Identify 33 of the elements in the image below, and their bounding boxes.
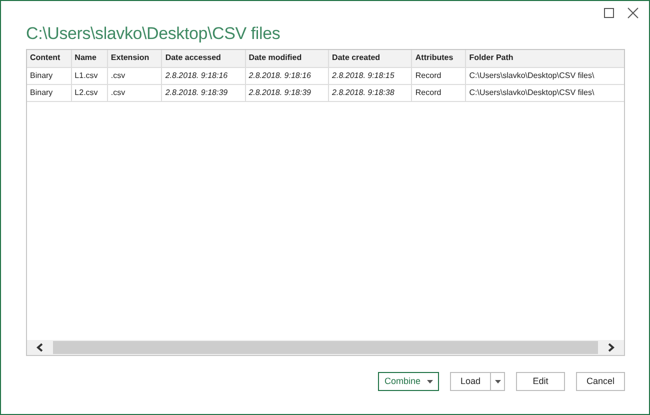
table-cell: Record	[412, 67, 466, 84]
table-cell: 2.8.2018. 9:18:16	[245, 67, 329, 84]
column-header[interactable]: Name	[71, 50, 108, 67]
table-cell: L2.csv	[71, 84, 108, 101]
dialog-button[interactable]: Cancel	[576, 372, 625, 391]
table-cell: 2.8.2018. 9:18:39	[162, 84, 246, 101]
table-cell: .csv	[107, 67, 162, 84]
column-header[interactable]: Attributes	[412, 50, 466, 67]
column-header[interactable]: Date accessed	[162, 50, 246, 67]
table-cell: 2.8.2018. 9:18:15	[328, 67, 412, 84]
column-header[interactable]: Extension	[107, 50, 162, 67]
caret-icon	[426, 380, 433, 384]
table-cell: Binary	[27, 67, 72, 84]
table-cell: Binary	[27, 84, 72, 101]
table-cell: .csv	[107, 84, 162, 101]
column-header[interactable]: Content	[27, 50, 72, 67]
dialog-button[interactable]: Edit	[516, 372, 565, 391]
table-cell: 2.8.2018. 9:18:38	[328, 84, 412, 101]
table-cell: 2.8.2018. 9:18:39	[245, 84, 329, 101]
table-cell: 2.8.2018. 9:18:16	[162, 67, 246, 84]
column-header[interactable]: Date modified	[245, 50, 329, 67]
dialog-title: C:\Users\slavko\Desktop\CSV files	[26, 23, 282, 45]
table-cell: L1.csv	[71, 67, 108, 84]
scrollbar-thumb[interactable]	[53, 341, 598, 354]
column-header[interactable]: Date created	[328, 50, 412, 67]
dropdown-button[interactable]	[491, 372, 505, 391]
maximize-icon[interactable]	[603, 7, 615, 19]
column-header[interactable]: Folder Path	[466, 50, 624, 67]
close-icon[interactable]	[627, 7, 639, 19]
table-cell: Record	[412, 84, 466, 101]
load-button[interactable]: Load	[450, 372, 491, 391]
combine-button[interactable]: Combine	[378, 372, 439, 391]
caret-icon	[494, 380, 500, 384]
